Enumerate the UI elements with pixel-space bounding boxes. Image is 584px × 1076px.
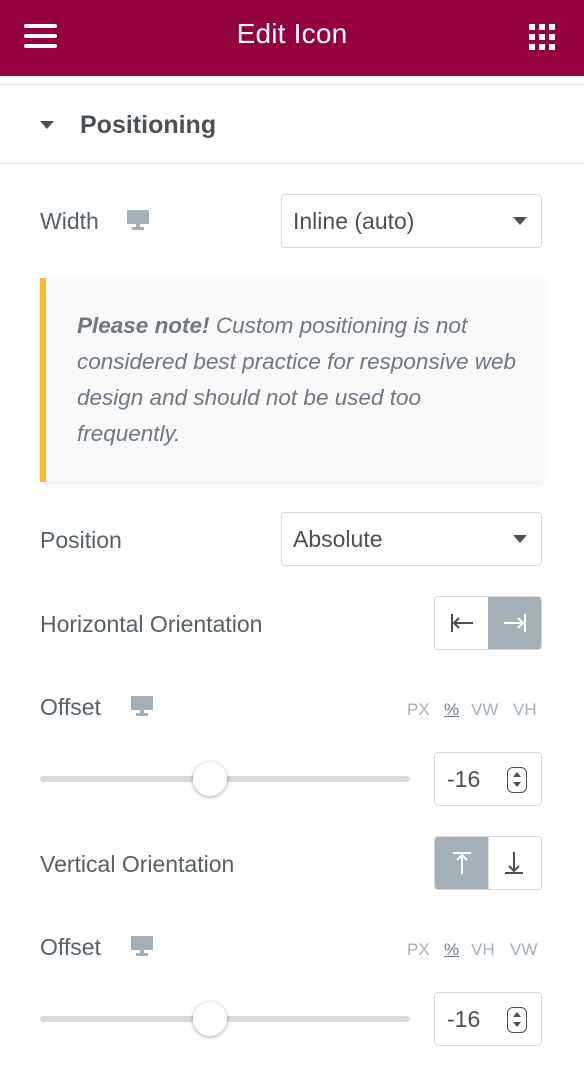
unit-percent[interactable]: % (444, 700, 459, 720)
unit-vh[interactable]: VH (471, 940, 495, 960)
align-top-icon (453, 852, 471, 874)
align-right-button[interactable] (488, 597, 541, 649)
panel-title: Edit Icon (236, 18, 348, 49)
unit-px[interactable]: PX (407, 700, 430, 720)
desktop-icon[interactable] (131, 696, 153, 716)
caret-down-icon (40, 121, 54, 129)
horizontal-offset-label: Offset (40, 694, 101, 720)
vertical-offset-label: Offset (40, 934, 101, 960)
unit-vw[interactable]: VW (471, 700, 498, 720)
custom-positioning-note: Please note! Custom positioning is not c… (40, 278, 542, 482)
chevron-down-icon (513, 535, 527, 543)
vertical-offset-units: PX % VH VW (407, 940, 542, 962)
number-spinner-icon[interactable] (507, 767, 527, 793)
align-bottom-button[interactable] (488, 837, 541, 889)
horizontal-offset-slider-handle[interactable] (193, 762, 227, 796)
vertical-offset-input[interactable]: -16 (434, 992, 542, 1046)
section-positioning-toggle[interactable]: Positioning (0, 84, 584, 164)
vertical-offset-value: -16 (447, 1006, 481, 1032)
number-spinner-icon[interactable] (507, 1007, 527, 1033)
position-select[interactable]: Absolute (281, 512, 542, 566)
desktop-icon[interactable] (127, 210, 149, 230)
horizontal-offset-value: -16 (447, 766, 481, 792)
vertical-orientation-label: Vertical Orientation (40, 851, 235, 877)
width-select-value: Inline (auto) (293, 208, 415, 234)
horizontal-offset-units: PX % VW VH (407, 700, 542, 722)
vertical-orientation-toggle (434, 836, 542, 890)
note-bold: Please note! (77, 313, 210, 338)
chevron-down-icon (513, 217, 527, 225)
align-top-button[interactable] (435, 837, 489, 889)
widgets-grid-icon[interactable] (529, 24, 555, 50)
align-left-button[interactable] (435, 597, 489, 649)
note-text: Please note! Custom positioning is not c… (77, 308, 517, 452)
align-right-icon (504, 614, 526, 632)
panel-header: Edit Icon (0, 0, 584, 76)
vertical-offset-slider-handle[interactable] (193, 1002, 227, 1036)
width-label: Width (40, 208, 99, 234)
width-select[interactable]: Inline (auto) (281, 194, 542, 248)
position-label: Position (40, 527, 122, 553)
unit-px[interactable]: PX (407, 940, 430, 960)
unit-vw[interactable]: VW (510, 940, 537, 960)
align-bottom-icon (505, 852, 523, 874)
horizontal-offset-input[interactable]: -16 (434, 752, 542, 806)
unit-vh[interactable]: VH (513, 700, 537, 720)
section-title: Positioning (80, 111, 217, 139)
unit-percent[interactable]: % (444, 940, 459, 960)
desktop-icon[interactable] (131, 936, 153, 956)
align-left-icon (451, 614, 473, 632)
horizontal-orientation-label: Horizontal Orientation (40, 611, 263, 637)
horizontal-orientation-toggle (434, 596, 542, 650)
position-select-value: Absolute (293, 526, 383, 552)
